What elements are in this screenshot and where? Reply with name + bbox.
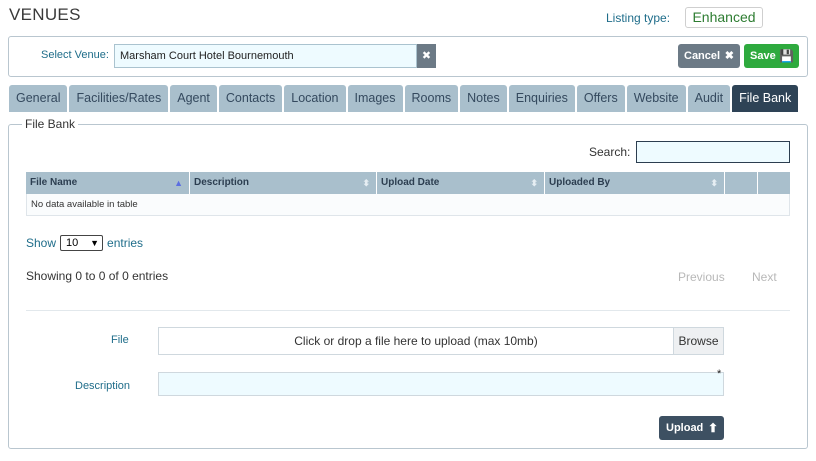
page-length-select[interactable]: 10 ▼ <box>60 235 104 251</box>
tab-website[interactable]: Website <box>626 85 686 112</box>
search-input[interactable] <box>636 141 790 163</box>
previous-page-button[interactable]: Previous <box>678 270 725 284</box>
close-icon: ✖ <box>724 50 734 62</box>
sort-icon: ⬍ <box>530 178 538 188</box>
sort-icon: ⬍ <box>362 178 370 188</box>
tab-enquiries[interactable]: Enquiries <box>508 85 575 112</box>
upload-button[interactable]: Upload ⬆ <box>659 416 724 440</box>
page-length-control: Show 10 ▼ entries <box>26 235 143 251</box>
tab-offers[interactable]: Offers <box>576 85 625 112</box>
tab-facilities-rates[interactable]: Facilities/Rates <box>69 85 169 112</box>
sort-ascending-icon: ▲ <box>174 178 183 188</box>
upload-icon: ⬆ <box>707 421 718 435</box>
page-title: VENUES <box>9 5 81 24</box>
page-length-value: 10 <box>66 237 79 249</box>
table-info: Showing 0 to 0 of 0 entries <box>26 269 169 283</box>
venue-select-input[interactable]: Marsham Court Hotel Bournemouth <box>114 44 417 68</box>
cancel-button[interactable]: Cancel ✖ <box>678 44 740 68</box>
column-header-label: Description <box>194 177 250 188</box>
table-empty-row: No data available in table <box>26 194 790 216</box>
column-header-action <box>725 172 758 194</box>
tab-general[interactable]: General <box>9 85 68 112</box>
browse-button[interactable]: Browse <box>673 327 724 355</box>
save-button-label: Save <box>750 50 776 62</box>
file-drop-zone[interactable]: Click or drop a file here to upload (max… <box>158 327 673 355</box>
divider <box>26 310 790 311</box>
file-label: File <box>111 334 129 346</box>
tab-location[interactable]: Location <box>284 85 346 112</box>
tab-file-bank[interactable]: File Bank <box>732 85 799 112</box>
tab-images[interactable]: Images <box>347 85 403 112</box>
tab-agent[interactable]: Agent <box>170 85 217 112</box>
show-label: Show <box>26 236 57 250</box>
file-bank-legend: File Bank <box>22 117 79 131</box>
column-header-file-name[interactable]: File Name ▲ <box>26 172 190 194</box>
search-label: Search: <box>589 145 631 159</box>
description-label: Description <box>75 380 131 392</box>
close-icon: ✖ <box>421 50 432 62</box>
venue-tabs: General Facilities/Rates Agent Contacts … <box>9 85 799 112</box>
upload-button-label: Upload <box>666 422 704 434</box>
sort-icon: ⬍ <box>710 178 718 188</box>
chevron-down-icon: ▼ <box>90 238 100 248</box>
save-button[interactable]: Save 💾 <box>744 44 799 68</box>
cancel-button-label: Cancel <box>684 50 721 62</box>
tab-notes[interactable]: Notes <box>460 85 507 112</box>
column-header-action <box>758 172 790 194</box>
tab-rooms[interactable]: Rooms <box>404 85 459 112</box>
listing-type-badge: Enhanced <box>685 7 763 28</box>
venue-clear-button[interactable]: ✖ <box>417 44 436 68</box>
tab-audit[interactable]: Audit <box>687 85 731 112</box>
description-input[interactable] <box>158 372 724 396</box>
tab-contacts[interactable]: Contacts <box>218 85 283 112</box>
required-marker: * <box>717 368 722 380</box>
floppy-disk-icon: 💾 <box>779 49 794 63</box>
column-header-label: File Name <box>30 177 78 188</box>
column-header-label: Uploaded By <box>549 177 611 188</box>
column-header-label: Upload Date <box>381 177 440 188</box>
select-venue-label: Select Venue: <box>41 49 109 61</box>
listing-type-label: Listing type: <box>606 11 671 25</box>
column-header-upload-date[interactable]: Upload Date ⬍ <box>377 172 545 194</box>
entries-label: entries <box>107 236 144 250</box>
column-header-description[interactable]: Description ⬍ <box>190 172 377 194</box>
table-header: File Name ▲ Description ⬍ Upload Date ⬍ … <box>26 172 790 194</box>
column-header-uploaded-by[interactable]: Uploaded By ⬍ <box>545 172 725 194</box>
next-page-button[interactable]: Next <box>752 270 777 284</box>
